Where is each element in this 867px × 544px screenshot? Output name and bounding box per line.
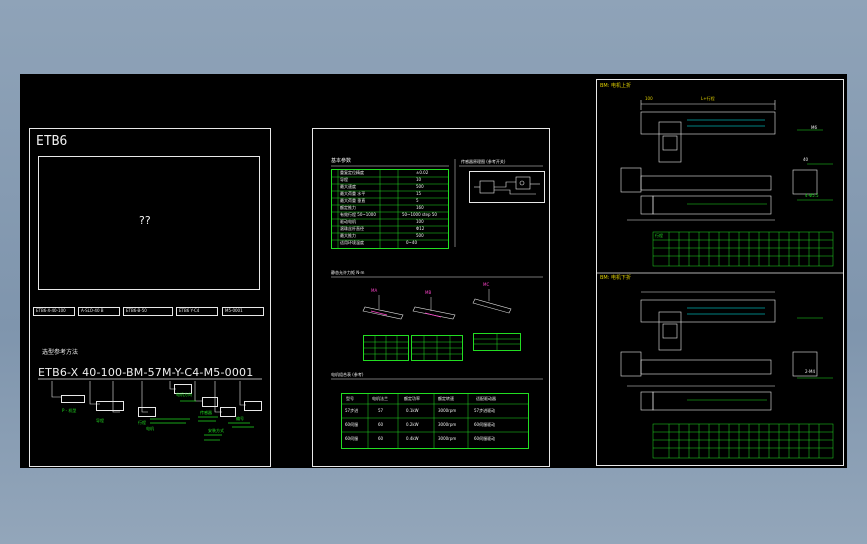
- code-label-fill-lines: [150, 400, 254, 441]
- sheet-specifications: 基本参数 重复定位精度 ±0.02 导程 10 最大速度 500 最大荷重 水平…: [312, 128, 550, 467]
- bottom-view-drawing: [620, 291, 834, 459]
- motor-table-grid: [342, 394, 528, 448]
- sheet-model-overview: ETB6 ?? ETB6-X-40-100 A-SLO-40 B ETB6-B-…: [29, 128, 271, 467]
- sheet-dimension-drawings: BM: 电机上折 BM: 电机下折 L+行程 100 M6 40 4-Φ5.5 …: [596, 79, 844, 466]
- motor-table: 型号 电机法兰 额定功率 额定转速 适配驱动器 57步进 57 0.1kW 30…: [341, 393, 529, 449]
- cad-canvas: ETB6 ?? ETB6-X-40-100 A-SLO-40 B ETB6-B-…: [20, 74, 847, 468]
- dimension-label: 2-M4: [805, 369, 815, 374]
